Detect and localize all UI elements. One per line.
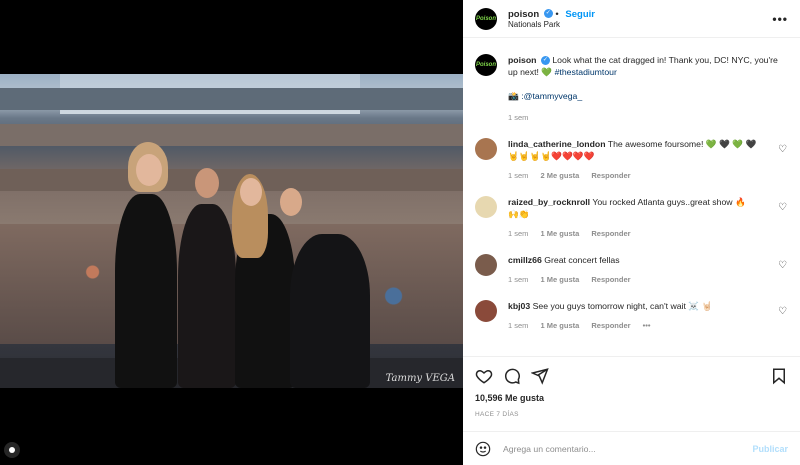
- separator-dot: •: [555, 8, 559, 20]
- band-member-2: [178, 204, 236, 388]
- author-username[interactable]: poison: [508, 9, 539, 20]
- author-line: poison ✓ • Seguir: [508, 9, 595, 20]
- photo-stand-middle: [0, 124, 463, 146]
- comment-item: linda_catherine_london The awesome fours…: [475, 138, 788, 182]
- comment-time[interactable]: 1 sem: [508, 275, 528, 284]
- comment-text-line2: 🤘🤘🤘🤘❤️❤️❤️❤️: [508, 151, 595, 161]
- caption-username[interactable]: poison: [508, 55, 536, 65]
- post-header: Poison poison ✓ • Seguir Nationals Park …: [463, 0, 800, 38]
- follow-button[interactable]: Seguir: [565, 9, 595, 20]
- comment-item: kbj03 See you guys tomorrow night, can't…: [475, 300, 788, 332]
- comment-likes[interactable]: 1 Me gusta: [541, 321, 580, 330]
- comment-like-icon[interactable]: ♡: [778, 307, 788, 317]
- band-member-2-head: [195, 168, 219, 198]
- caption-hashtag[interactable]: #thestadiumtour: [555, 67, 617, 77]
- comment-text: See you guys tomorrow night, can't wait …: [532, 301, 713, 311]
- comment-item: cmillz66 Great concert fellas 1 sem 1 Me…: [475, 254, 788, 286]
- photo-stand-upper: [0, 88, 463, 110]
- post-side-panel: Poison poison ✓ • Seguir Nationals Park …: [463, 0, 800, 465]
- post-actions-bar: [463, 356, 800, 394]
- user-tags-icon[interactable]: [4, 442, 20, 458]
- comment-like-icon[interactable]: ♡: [778, 261, 788, 271]
- post-media: Tammy VEGA: [0, 0, 463, 465]
- commenter-avatar[interactable]: [475, 138, 497, 160]
- comment-icon[interactable]: [503, 367, 521, 385]
- comment-like-icon[interactable]: ♡: [778, 145, 788, 155]
- comment-text: Great concert fellas: [544, 255, 620, 265]
- commenter-avatar[interactable]: [475, 196, 497, 218]
- post-photo[interactable]: Tammy VEGA: [0, 74, 463, 388]
- post-location[interactable]: Nationals Park: [508, 20, 595, 29]
- band-member-4: [290, 234, 370, 388]
- photographer-signature: Tammy VEGA: [385, 373, 455, 384]
- comment-username[interactable]: linda_catherine_london: [508, 139, 606, 149]
- comment-body: raized_by_rocknroll You rocked Atlanta g…: [508, 196, 778, 240]
- comment-like-icon[interactable]: ♡: [778, 203, 788, 213]
- bookmark-icon[interactable]: [770, 367, 788, 385]
- comment-meta: 1 sem 2 Me gusta Responder: [508, 170, 778, 182]
- share-icon[interactable]: [531, 367, 549, 385]
- caption-verified-icon: ✓: [540, 56, 550, 66]
- comment-username[interactable]: kbj03: [508, 301, 530, 311]
- comment-meta: 1 sem 1 Me gusta Responder •••: [508, 320, 778, 332]
- caption-credit[interactable]: :@tammyvega_: [521, 91, 582, 101]
- comment-likes[interactable]: 2 Me gusta: [541, 171, 580, 180]
- caption-time[interactable]: 1 sem: [508, 112, 788, 124]
- comment-username[interactable]: raized_by_rocknroll: [508, 197, 590, 207]
- heart-icon[interactable]: [475, 367, 493, 385]
- publish-button[interactable]: Publicar: [752, 444, 788, 454]
- more-options-icon[interactable]: •••: [772, 12, 788, 26]
- reply-button[interactable]: Responder: [591, 275, 630, 284]
- author-info: poison ✓ • Seguir Nationals Park: [497, 9, 595, 29]
- verified-icon: ✓: [543, 9, 553, 19]
- comment-meta: 1 sem 1 Me gusta Responder: [508, 228, 778, 240]
- comment-text: You rocked Atlanta guys..great show 🔥: [592, 197, 746, 207]
- comment-composer: Publicar: [463, 431, 800, 465]
- band-member-1: [115, 194, 177, 388]
- comment-time[interactable]: 1 sem: [508, 171, 528, 180]
- reply-button[interactable]: Responder: [591, 171, 630, 180]
- comment-body: kbj03 See you guys tomorrow night, can't…: [508, 300, 778, 332]
- commenter-avatar[interactable]: [475, 254, 497, 276]
- comment-likes[interactable]: 1 Me gusta: [541, 229, 580, 238]
- comment-item: raized_by_rocknroll You rocked Atlanta g…: [475, 196, 788, 240]
- band-member-3-head: [240, 178, 262, 206]
- commenter-avatar[interactable]: [475, 300, 497, 322]
- band-member-4-head: [280, 188, 302, 216]
- caption-emoji: 💚: [541, 67, 553, 77]
- caption-avatar[interactable]: Poison: [475, 54, 497, 76]
- post-caption: Poison poison ✓ Look what the cat dragge…: [475, 54, 788, 124]
- comment-time[interactable]: 1 sem: [508, 229, 528, 238]
- comment-meta: 1 sem 1 Me gusta Responder: [508, 274, 778, 286]
- comment-options-icon[interactable]: •••: [643, 321, 651, 330]
- comment-input[interactable]: [503, 443, 753, 454]
- comment-text: The awesome foursome! 💚 🖤 💚 🖤: [607, 139, 757, 149]
- comment-body: cmillz66 Great concert fellas 1 sem 1 Me…: [508, 254, 778, 286]
- reply-button[interactable]: Responder: [591, 229, 630, 238]
- camera-icon: 📸: [508, 91, 519, 101]
- comment-text-line2: 🙌👏: [508, 209, 530, 219]
- emoji-icon[interactable]: [475, 441, 491, 457]
- band-member-1-head: [136, 154, 162, 186]
- comments-section[interactable]: Poison poison ✓ Look what the cat dragge…: [463, 46, 800, 356]
- author-avatar[interactable]: Poison: [475, 7, 497, 30]
- comment-time[interactable]: 1 sem: [508, 321, 528, 330]
- comment-likes[interactable]: 1 Me gusta: [541, 275, 580, 284]
- comment-body: linda_catherine_london The awesome fours…: [508, 138, 778, 182]
- likes-count[interactable]: 10,596 Me gusta: [475, 393, 544, 403]
- comment-username[interactable]: cmillz66: [508, 255, 542, 265]
- reply-button[interactable]: Responder: [591, 321, 630, 330]
- post-age[interactable]: HACE 7 DÍAS: [475, 411, 519, 418]
- photo-stand-lower: [0, 169, 463, 191]
- instagram-post-dialog: Tammy VEGA Poison poison ✓ • Seguir Nati…: [0, 0, 800, 465]
- caption-body: poison ✓ Look what the cat dragged in! T…: [508, 54, 788, 124]
